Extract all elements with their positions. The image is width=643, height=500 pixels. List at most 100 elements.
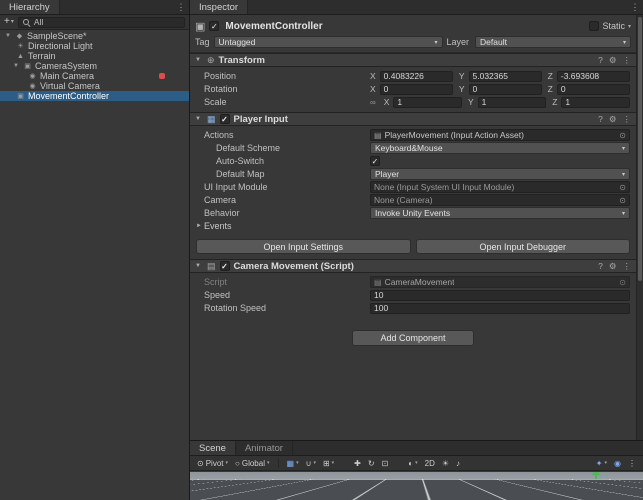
frame-selected-button[interactable]: ⊡ [380, 457, 391, 469]
snap-increment-button[interactable]: ⊞ ▾ [321, 457, 336, 469]
object-picker-icon[interactable]: ⊙ [619, 131, 626, 140]
ui-input-module-field[interactable]: None (Input System UI Input Module) ⊙ [370, 181, 630, 193]
inspector-panel: Inspector ⋮ ▣ ✓ MovementController Stati… [190, 0, 643, 441]
rotation-x-field[interactable] [379, 83, 453, 95]
static-dropdown-icon[interactable]: ▾ [628, 23, 631, 30]
hierarchy-menu-icon[interactable]: ⋮ [173, 0, 189, 14]
chevron-down-icon: ▾ [621, 210, 625, 217]
menu-dots-icon: ⋮ [628, 458, 636, 468]
component-enabled-checkbox[interactable]: ✓ [219, 114, 230, 124]
tab-inspector[interactable]: Inspector [190, 0, 249, 14]
rotation-speed-field[interactable] [370, 302, 630, 314]
active-checkbox[interactable]: ✓ [209, 21, 220, 31]
y-axis-gizmo[interactable] [591, 472, 601, 487]
camera-movement-header[interactable]: ▼ ▤ ✓ Camera Movement (Script) ? ⚙ ⋮ [190, 259, 636, 273]
tree-row-movementcontroller[interactable]: ▣ MovementController [0, 91, 189, 101]
snap-magnet-button[interactable]: ∪ ▾ [304, 457, 318, 469]
pivot-toggle-button[interactable]: ⊙ Pivot ▾ [195, 457, 230, 469]
help-icon[interactable]: ? [598, 261, 603, 272]
gizmos-toggle-button[interactable]: ◉ [612, 457, 623, 469]
scale-z-field[interactable] [561, 96, 630, 108]
events-row[interactable]: ► Events [194, 220, 630, 232]
tree-row-scene[interactable]: ▼ ◆ SampleScene* [0, 31, 189, 41]
player-input-header[interactable]: ▼ ▦ ✓ Player Input ? ⚙ ⋮ [190, 112, 636, 126]
foldout-open-icon[interactable]: ▼ [4, 33, 12, 39]
rotation-speed-label: Rotation Speed [204, 303, 267, 313]
grid-visibility-button[interactable]: ▦ ▾ [285, 457, 301, 469]
foldout-open-icon[interactable]: ▼ [195, 57, 203, 63]
preset-icon[interactable]: ⚙ [609, 114, 617, 125]
pan-tool-button[interactable]: ✚ [352, 457, 363, 469]
tab-scene[interactable]: Scene [190, 441, 236, 455]
transform-header[interactable]: ▼ ⊕ Transform ? ⚙ ⋮ [190, 53, 636, 67]
tree-row-main-camera[interactable]: ◉ Main Camera [0, 71, 189, 81]
rotation-y-field[interactable] [468, 83, 542, 95]
position-y-field[interactable] [468, 70, 542, 82]
object-picker-icon[interactable]: ⊙ [619, 183, 626, 192]
component-menu-icon[interactable]: ⋮ [623, 114, 632, 125]
hierarchy-tree: ▼ ◆ SampleScene* ☀ Directional Light ▲ T… [0, 30, 189, 101]
tree-row-virtual-camera[interactable]: ◉ Virtual Camera [0, 81, 189, 91]
audio-toggle-button[interactable]: ♪ [454, 457, 462, 469]
gameobject-name[interactable]: MovementController [225, 21, 322, 32]
mode-2d-button[interactable]: 2D [423, 457, 437, 469]
tab-animator[interactable]: Animator [235, 441, 293, 455]
tree-row-terrain[interactable]: ▲ Terrain [0, 51, 189, 61]
add-component-button[interactable]: Add Component [352, 330, 474, 346]
hierarchy-search-input[interactable]: All [17, 16, 185, 28]
help-icon[interactable]: ? [598, 114, 603, 125]
component-menu-icon[interactable]: ⋮ [623, 55, 632, 66]
shading-mode-button[interactable]: ◐ ▾ [406, 457, 419, 469]
tree-row-camerasystem[interactable]: ▼ ▣ CameraSystem [0, 61, 189, 71]
inspector-menu-icon[interactable]: ⋮ [627, 0, 643, 14]
tab-hierarchy[interactable]: Hierarchy [0, 0, 60, 14]
scrollbar-thumb[interactable] [638, 17, 642, 281]
foldout-open-icon[interactable]: ▼ [195, 116, 203, 122]
chevron-down-icon: ▾ [296, 460, 299, 466]
object-picker-icon[interactable]: ⊙ [619, 196, 626, 205]
foldout-closed-icon[interactable]: ► [196, 223, 204, 229]
preset-icon[interactable]: ⚙ [609, 55, 617, 66]
actions-object-field[interactable]: ▤ PlayerMovement (Input Action Asset) ⊙ [370, 129, 630, 141]
preset-icon[interactable]: ⚙ [609, 261, 617, 272]
tag-dropdown[interactable]: Untagged ▾ [213, 36, 443, 48]
auto-switch-checkbox[interactable]: ✓ [370, 156, 380, 166]
search-icon [22, 18, 30, 26]
scale-y-field[interactable] [477, 96, 547, 108]
foldout-open-icon[interactable]: ▼ [195, 263, 203, 269]
layer-dropdown[interactable]: Default ▾ [475, 36, 631, 48]
constrain-proportions-link-icon[interactable]: ∞ [370, 98, 376, 107]
component-menu-icon[interactable]: ⋮ [623, 261, 632, 272]
item-label: MovementController [28, 91, 110, 101]
behavior-dropdown[interactable]: Invoke Unity Events ▾ [370, 207, 630, 219]
global-orientation-button[interactable]: ○ Global ▾ [233, 457, 271, 469]
position-x-field[interactable] [379, 70, 453, 82]
snap-icon: ⊞ [322, 458, 330, 468]
rotation-z-field[interactable] [556, 83, 631, 95]
orbit-tool-button[interactable]: ↻ [366, 457, 377, 469]
axis-x-label: X [383, 97, 390, 107]
tree-row-directional-light[interactable]: ☀ Directional Light [0, 41, 189, 51]
globe-icon: ○ [235, 458, 240, 468]
help-icon[interactable]: ? [598, 55, 603, 66]
create-object-button[interactable]: + ▾ [4, 17, 14, 27]
inspector-scrollbar[interactable] [636, 15, 643, 440]
position-z-field[interactable] [556, 70, 631, 82]
scene-viewport[interactable] [190, 472, 643, 500]
camera-warning-icon[interactable] [159, 73, 165, 79]
camera-object-field[interactable]: None (Camera) ⊙ [370, 194, 630, 206]
scene-menu-button[interactable]: ⋮ [626, 457, 638, 469]
foldout-open-icon[interactable]: ▼ [12, 63, 20, 69]
effects-toggle-button[interactable]: ✦ ▾ [594, 457, 609, 469]
default-scheme-dropdown[interactable]: Keyboard&Mouse ▾ [370, 142, 630, 154]
static-checkbox[interactable] [589, 21, 600, 31]
open-input-debugger-button[interactable]: Open Input Debugger [415, 239, 630, 254]
scale-x-field[interactable] [393, 96, 462, 108]
axis-y-label: Y [458, 84, 465, 94]
default-map-dropdown[interactable]: Player ▾ [370, 168, 630, 180]
component-enabled-checkbox[interactable]: ✓ [219, 261, 230, 271]
speed-field[interactable] [370, 289, 630, 301]
speed-row: Speed [194, 289, 630, 301]
open-input-settings-button[interactable]: Open Input Settings [196, 239, 411, 254]
lighting-toggle-button[interactable]: ☀ [440, 457, 451, 469]
